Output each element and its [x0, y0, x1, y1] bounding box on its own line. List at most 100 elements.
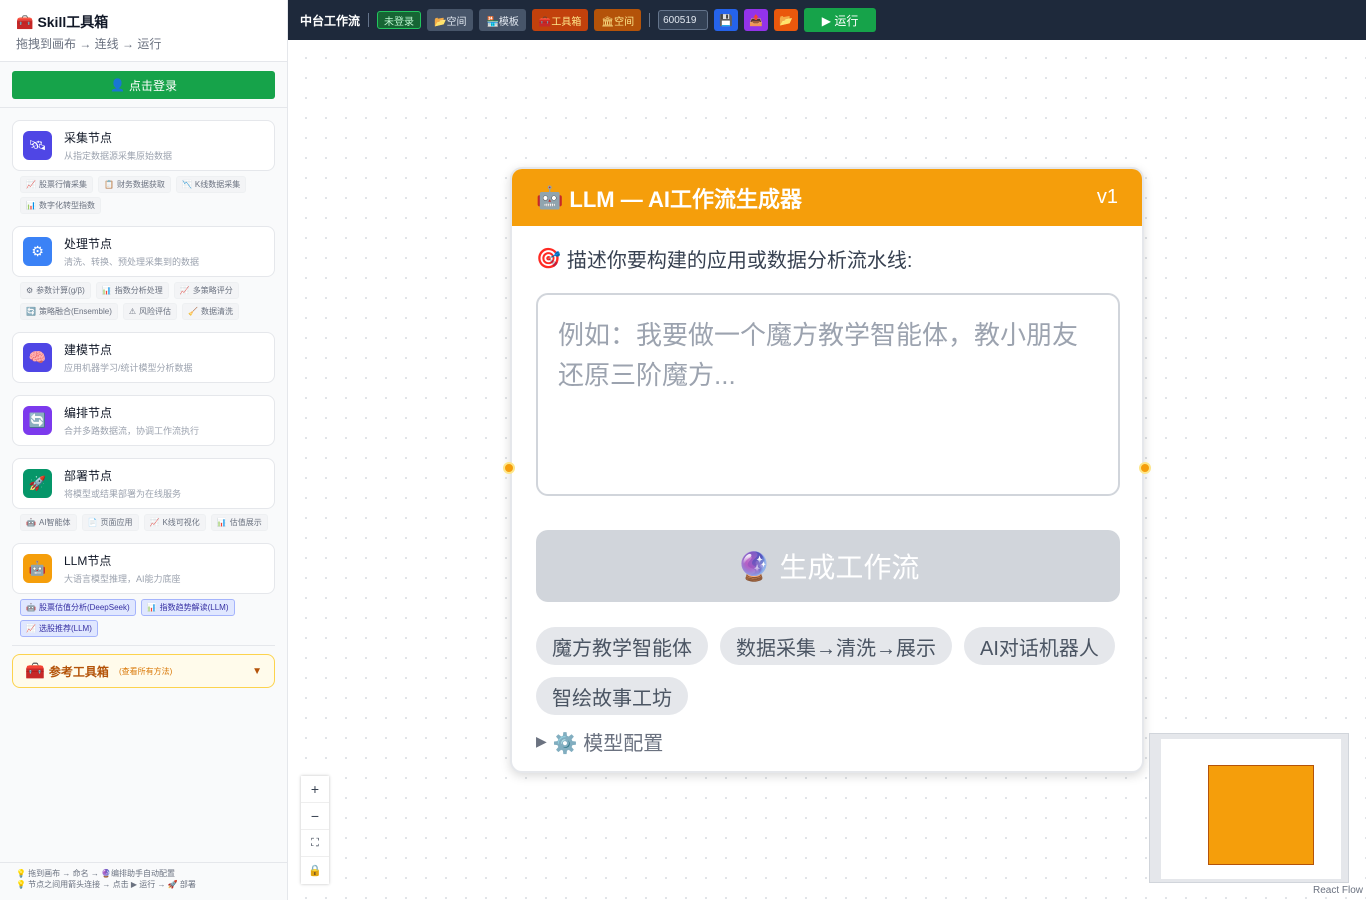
- sidebar: 🧰 Skill工具箱 拖拽到画布 → 连线 → 运行 👤 点击登录 🛰 采集节点…: [0, 0, 288, 900]
- divider: [649, 13, 651, 27]
- node-title: 🤖 LLM — AI工作流生成器: [536, 184, 803, 212]
- template-chip-story[interactable]: 智绘故事工坊: [536, 677, 688, 715]
- minus-icon: −: [310, 808, 320, 824]
- chip-digital-index[interactable]: 📊 数字化转型指数: [20, 197, 101, 214]
- template-chip-chatbot[interactable]: AI对话机器人: [964, 627, 1115, 665]
- template-chips: 魔方教学智能体 数据采集→清洗→展示 AI对话机器人 智绘故事工坊: [536, 627, 1126, 715]
- space-button[interactable]: 📂空间: [427, 9, 474, 31]
- login-button[interactable]: 👤 点击登录: [12, 71, 275, 99]
- minimap[interactable]: [1149, 733, 1349, 883]
- fullscreen-icon: ⛶: [311, 836, 319, 849]
- llm-generator-node[interactable]: 🤖 LLM — AI工作流生成器 v1 🎯 描述你要构建的应用或数据分析流水线:…: [503, 167, 1151, 773]
- outbox-icon: 📤: [749, 14, 763, 27]
- robot-icon: 🤖: [26, 603, 36, 612]
- category-name: 建模节点: [64, 343, 113, 357]
- category-name: 部署节点: [64, 469, 113, 483]
- chip-clean[interactable]: 🧹 数据清洗: [182, 303, 240, 320]
- category-collect[interactable]: 🛰 采集节点 从指定数据源采集原始数据: [12, 120, 275, 171]
- lock-icon: 🔒: [308, 865, 322, 877]
- chart-up-icon: 📈: [179, 286, 190, 295]
- react-flow-attribution[interactable]: React Flow: [1313, 885, 1363, 896]
- bar-chart-icon: 📊: [26, 201, 36, 210]
- chip-financial-data[interactable]: 📋 财务数据获取: [97, 176, 171, 193]
- chart-up-icon: 📈: [149, 518, 160, 527]
- chip-stock-valuation-llm[interactable]: 🤖 股票估值分析(DeepSeek): [20, 599, 136, 616]
- plus-icon: +: [310, 781, 320, 797]
- chip-ensemble[interactable]: 🔄 策略融合(Ensemble): [20, 303, 118, 320]
- stock-code-input[interactable]: [658, 10, 709, 30]
- divider: [12, 645, 275, 646]
- chip-stock-quote[interactable]: 📈 股票行情采集: [20, 176, 93, 193]
- rocket-icon: 🚀: [23, 469, 52, 498]
- generate-workflow-button[interactable]: 🔮 生成工作流: [536, 530, 1120, 602]
- category-name: LLM节点: [64, 554, 112, 568]
- category-desc: 应用机器学习/统计模型分析数据: [64, 363, 193, 373]
- minimap-node: [1208, 765, 1314, 865]
- chip-index-trend-llm[interactable]: 📊 指数趋势解读(LLM): [140, 599, 235, 616]
- model-config-toggle[interactable]: ▶ ⚙️ 模型配置: [536, 727, 1118, 756]
- node-header[interactable]: 🤖 LLM — AI工作流生成器 v1: [512, 169, 1142, 226]
- chip-multi-strategy[interactable]: 📈 多策略评分: [173, 282, 239, 299]
- category-llm[interactable]: 🤖 LLM节点 大语言模型推理，AI能力底座: [12, 543, 275, 594]
- category-desc: 合并多路数据流，协调工作流执行: [64, 426, 200, 436]
- toolbox-button[interactable]: 🧰工具箱: [531, 9, 589, 31]
- open-button[interactable]: 📂: [774, 9, 799, 31]
- gear-icon: ⚙: [23, 237, 52, 266]
- login-status-badge: 未登录: [377, 11, 422, 29]
- chip-param-calc[interactable]: ⚙ 参数计算(g/β): [20, 282, 91, 299]
- output-handle[interactable]: [1139, 462, 1151, 474]
- triangle-right-icon: ▶: [536, 733, 547, 749]
- robot-icon: 🤖: [23, 554, 52, 583]
- save-button[interactable]: 💾: [714, 9, 739, 31]
- flow-canvas[interactable]: 🤖 LLM — AI工作流生成器 v1 🎯 描述你要构建的应用或数据分析流水线:…: [288, 40, 1366, 900]
- chip-kline-viz[interactable]: 📈 K线可视化: [143, 514, 206, 531]
- category-process[interactable]: ⚙ 处理节点 清洗、转换、预处理采集到的数据: [12, 226, 275, 277]
- chevron-down-icon[interactable]: ▼: [252, 666, 262, 677]
- prompt-label: 🎯 描述你要构建的应用或数据分析流水线:: [536, 248, 913, 272]
- zoom-in-button[interactable]: +: [301, 776, 329, 803]
- space2-button[interactable]: 🏛空间: [594, 9, 642, 31]
- lock-button[interactable]: 🔒: [301, 857, 329, 884]
- category-model[interactable]: 🧠 建模节点 应用机器学习/统计模型分析数据: [12, 332, 275, 383]
- bar-chart-icon: 📊: [146, 603, 157, 612]
- input-handle[interactable]: [503, 462, 515, 474]
- prompt-textarea[interactable]: [536, 293, 1120, 496]
- category-deploy[interactable]: 🚀 部署节点 将模型或结果部署为在线服务: [12, 458, 275, 509]
- run-button[interactable]: ▶ 运行: [804, 8, 877, 32]
- llm-chips: 🤖 股票估值分析(DeepSeek) 📊 指数趋势解读(LLM) 📈 选股推荐(LLM…: [12, 594, 275, 637]
- chip-index-analysis[interactable]: 📊 指数分析处理: [95, 282, 169, 299]
- chip-ai-agent[interactable]: 🤖 AI智能体: [20, 514, 77, 531]
- refresh-icon: 🔄: [23, 406, 52, 435]
- process-chips: ⚙ 参数计算(g/β) 📊 指数分析处理 📈 多策略评分 🔄 策略融合(Ensemble…: [12, 277, 275, 320]
- template-chip-data-pipeline[interactable]: 数据采集→清洗→展示: [720, 627, 952, 665]
- app-title: 中台工作流: [300, 13, 361, 28]
- chart-up-icon: 📈: [26, 624, 36, 633]
- category-list: 🛰 采集节点 从指定数据源采集原始数据 📈 股票行情采集 📋 财务数据获取 📉 K线数据…: [0, 108, 287, 688]
- category-orchestrate[interactable]: 🔄 编排节点合并多路数据流，协调工作流执行: [12, 395, 275, 446]
- bar-chart-icon: 📊: [216, 518, 227, 527]
- footer-tip-2: 💡 节点之间用箭头连接 → 点击 ▶ 运行 → 🚀 部署: [16, 880, 196, 889]
- chip-kline-collect[interactable]: 📉 K线数据采集: [175, 176, 247, 193]
- chip-valuation[interactable]: 📊 估值展示: [210, 514, 268, 531]
- page-icon: 📄: [87, 518, 98, 527]
- fit-view-button[interactable]: ⛶: [301, 830, 329, 857]
- folder-icon: 📂: [779, 14, 793, 27]
- export-button[interactable]: 📤: [744, 9, 769, 31]
- chip-risk[interactable]: ⚠ 风险评估: [122, 303, 178, 320]
- chip-stock-pick-llm[interactable]: 📈 选股推荐(LLM): [20, 620, 98, 637]
- sidebar-subtitle: 拖拽到画布 → 连线 → 运行: [16, 37, 162, 51]
- reference-sub: (查看所有方法): [118, 666, 173, 676]
- minimap-viewport: [1161, 739, 1341, 879]
- warning-icon: ⚠: [128, 307, 137, 316]
- sidebar-footer: 💡 拖到画布 → 命名 → 🔮编排助手自动配置 💡 节点之间用箭头连接 → 点击…: [0, 862, 287, 900]
- category-name: 编排节点: [64, 406, 113, 420]
- sidebar-title: 🧰 Skill工具箱: [16, 13, 109, 31]
- reference-toolbox[interactable]: 🧰 参考工具箱 (查看所有方法) ▼: [12, 654, 275, 688]
- deploy-chips: 🤖 AI智能体 📄 页面应用 📈 K线可视化 📊 估值展示: [12, 509, 275, 531]
- robot-icon: 🤖: [536, 184, 564, 210]
- zoom-out-button[interactable]: −: [301, 803, 329, 830]
- template-chip-rubik[interactable]: 魔方教学智能体: [536, 627, 708, 665]
- template-button[interactable]: 🏪模板: [479, 9, 526, 31]
- zoom-controls: + − ⛶ 🔒: [301, 776, 329, 884]
- chip-page-app[interactable]: 📄 页面应用: [81, 514, 139, 531]
